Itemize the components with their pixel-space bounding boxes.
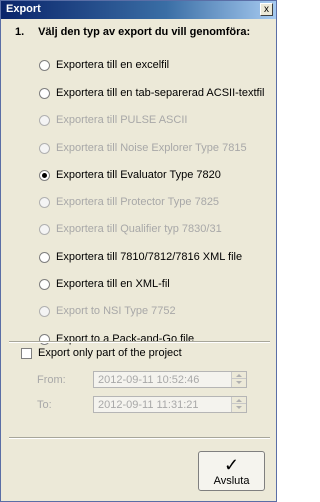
radio-button[interactable]: [39, 59, 50, 71]
radio-button: [39, 196, 50, 208]
window-title: Export: [6, 3, 41, 15]
spin-up-icon[interactable]: [232, 372, 246, 379]
option-label: Exportera till 7810/7812/7816 XML file: [56, 251, 243, 263]
spin-down-icon[interactable]: [232, 404, 246, 411]
option-label: Exportera till Qualifier typ 7830/31: [56, 223, 222, 235]
export-part-checkbox[interactable]: [21, 347, 32, 359]
option-xml-file[interactable]: Exportera till en XML-fil: [39, 276, 170, 292]
option-xml-7810[interactable]: Exportera till 7810/7812/7816 XML file: [39, 249, 242, 265]
option-label: Exportera till en XML-fil: [56, 278, 170, 290]
option-label: Exportera till en tab-separerad ACSII-te…: [56, 87, 265, 99]
radio-button[interactable]: [39, 87, 50, 99]
option-nsi: Export to NSI Type 7752: [39, 303, 176, 319]
from-label: From:: [37, 374, 66, 386]
step-number: 1.: [15, 26, 25, 38]
to-value: 2012-09-11 11:31:21: [98, 399, 199, 411]
from-datetime-field[interactable]: 2012-09-11 10:52:46: [93, 371, 247, 388]
spin-up-icon[interactable]: [232, 397, 246, 404]
to-spinner[interactable]: [231, 397, 246, 412]
option-protector: Exportera till Protector Type 7825: [39, 194, 219, 210]
option-label: Export to NSI Type 7752: [56, 305, 176, 317]
close-button[interactable]: x: [260, 3, 273, 16]
option-label: Export to a Pack-and-Go file: [56, 333, 195, 345]
from-spinner[interactable]: [231, 372, 246, 387]
radio-button: [39, 114, 50, 126]
option-pulse-ascii: Exportera till PULSE ASCII: [39, 112, 187, 128]
radio-button[interactable]: [39, 251, 50, 263]
option-tab-separated[interactable]: Exportera till en tab-separerad ACSII-te…: [39, 85, 264, 101]
radio-button: [39, 305, 50, 317]
export-dialog: Export x 1. Välj den typ av export du vi…: [0, 0, 277, 502]
step-text: Välj den typ av export du vill genomföra…: [38, 26, 251, 38]
radio-button: [39, 223, 50, 235]
option-qualifier: Exportera till Qualifier typ 7830/31: [39, 221, 222, 237]
option-excel[interactable]: Exportera till en excelfil: [39, 57, 169, 73]
option-label: Exportera till Protector Type 7825: [56, 196, 220, 208]
avsluta-button[interactable]: ✓ Avsluta: [198, 451, 265, 491]
option-noise-explorer: Exportera till Noise Explorer Type 7815: [39, 140, 247, 156]
to-datetime-field[interactable]: 2012-09-11 11:31:21: [93, 396, 247, 413]
spin-down-icon[interactable]: [232, 379, 246, 386]
divider: [9, 341, 270, 343]
radio-button[interactable]: [39, 278, 50, 290]
radio-button: [39, 142, 50, 154]
checkmark-icon: ✓: [223, 455, 240, 475]
option-label: Exportera till Noise Explorer Type 7815: [56, 142, 247, 154]
option-label: Exportera till Evaluator Type 7820: [56, 169, 221, 181]
export-part-label: Export only part of the project: [38, 347, 182, 359]
to-label: To:: [37, 399, 52, 411]
option-label: Exportera till en excelfil: [56, 59, 170, 71]
step-heading: 1. Välj den typ av export du vill genomf…: [15, 26, 250, 38]
from-value: 2012-09-11 10:52:46: [98, 374, 200, 386]
option-label: Exportera till PULSE ASCII: [56, 114, 188, 126]
divider: [9, 437, 270, 439]
option-evaluator[interactable]: Exportera till Evaluator Type 7820: [39, 167, 221, 183]
option-pack-and-go[interactable]: Export to a Pack-and-Go file: [39, 331, 194, 347]
avsluta-label: Avsluta: [213, 475, 250, 487]
radio-button-selected[interactable]: [39, 169, 50, 181]
export-part-checkbox-row[interactable]: Export only part of the project: [21, 347, 182, 359]
title-bar: Export x: [1, 1, 276, 19]
